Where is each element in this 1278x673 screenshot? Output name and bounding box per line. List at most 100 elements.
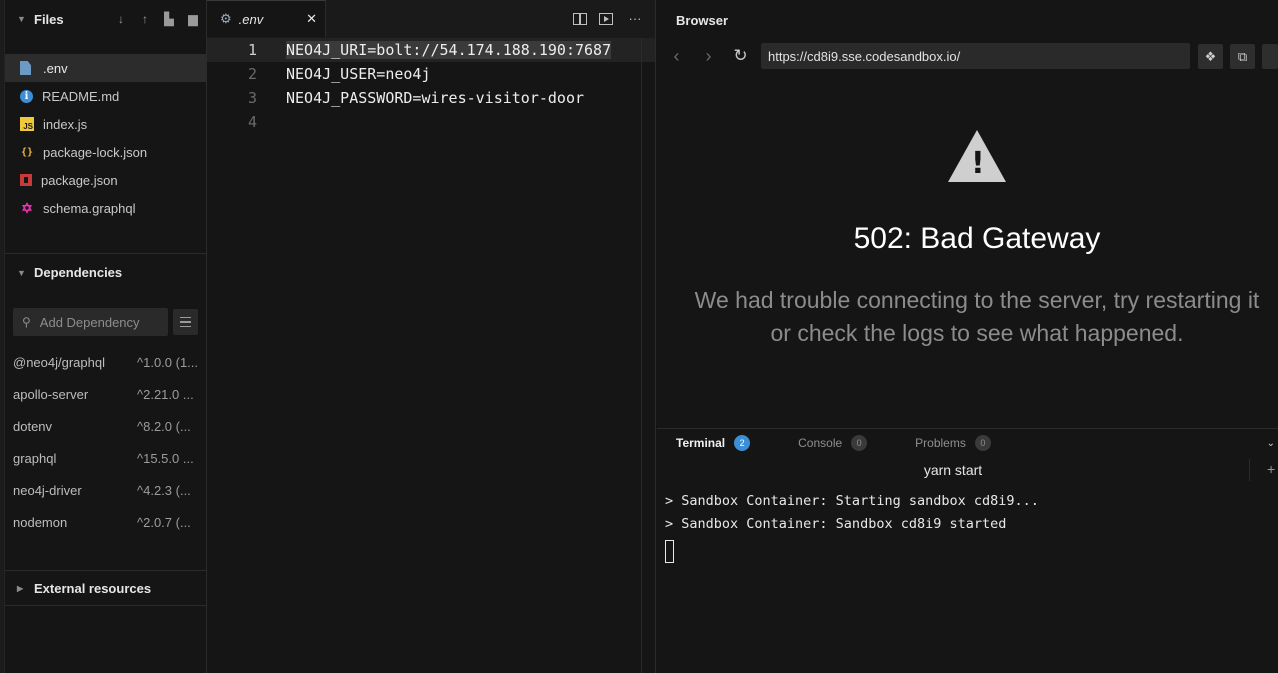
- tab-console[interactable]: Console 0: [798, 435, 868, 451]
- add-dependency-placeholder: Add Dependency: [39, 314, 140, 330]
- info-icon: i: [20, 89, 33, 103]
- editor-toolbar: ···: [573, 0, 655, 37]
- terminal-process-bar: yarn start +: [657, 457, 1278, 485]
- file-name: schema.graphql: [43, 200, 136, 216]
- external-resources-header[interactable]: ▶ External resources: [5, 570, 206, 606]
- npm-icon: [20, 174, 32, 186]
- browser-title: Browser: [676, 12, 729, 28]
- dependency-name: dotenv: [13, 418, 53, 434]
- error-title: 502: Bad Gateway: [853, 222, 1101, 255]
- dependency-menu-button[interactable]: [173, 309, 198, 335]
- terminal-tabs: Terminal 2 Console 0 Problems 0 ⌄: [657, 429, 1278, 457]
- terminal-output[interactable]: > Sandbox Container: Starting sandbox cd…: [657, 485, 1278, 563]
- tab-label: Problems: [915, 436, 966, 450]
- dependency-version[interactable]: ^1.0.0 (1...: [137, 355, 197, 370]
- dependency-name: apollo-server: [13, 386, 89, 402]
- line-number: 4: [247, 113, 257, 131]
- devtools-icon[interactable]: ❖: [1198, 44, 1223, 69]
- line-number: 3: [247, 89, 257, 107]
- forward-icon[interactable]: ›: [693, 46, 724, 67]
- file-tree: .env i README.md JS index.js {} package-…: [5, 54, 206, 222]
- process-tab[interactable]: yarn start: [657, 462, 1249, 478]
- dependency-row[interactable]: @neo4j/graphql ^1.0.0 (1...: [5, 346, 206, 378]
- code-line: 4: [207, 110, 655, 134]
- dependency-version[interactable]: ^8.2.0 (...: [137, 419, 197, 434]
- preview-icon[interactable]: [599, 12, 613, 25]
- terminal-line: > Sandbox Container: Starting sandbox cd…: [665, 493, 1039, 509]
- file-schema-graphql[interactable]: ✡ schema.graphql: [5, 194, 206, 222]
- editor-ruler: [641, 38, 642, 673]
- code-area[interactable]: 1 NEO4J_URI=bolt://54.174.188.190:7687 2…: [207, 38, 655, 134]
- more-options-icon[interactable]: ···: [625, 11, 645, 26]
- dependency-row[interactable]: neo4j-driver ^4.2.3 (...: [5, 474, 206, 506]
- terminal-cursor: [665, 540, 674, 563]
- file-readme[interactable]: i README.md: [5, 82, 206, 110]
- dependencies-title: Dependencies: [34, 265, 123, 280]
- dependency-row[interactable]: graphql ^15.5.0 ...: [5, 442, 206, 474]
- explorer-sidebar: ▼ Files ↓ ↑ ▙ ▆ .env i README.md JS inde…: [5, 0, 207, 673]
- collapse-caret-icon: ▼: [17, 267, 26, 278]
- dependency-list: @neo4j/graphql ^1.0.0 (1... apollo-serve…: [5, 346, 206, 538]
- external-resources-title: External resources: [34, 580, 152, 596]
- file-package-json[interactable]: package.json: [5, 166, 206, 194]
- terminal-line: > Sandbox Container: Sandbox cd8i9 start…: [665, 516, 1007, 532]
- chevron-down-icon[interactable]: ⌄: [1267, 438, 1275, 449]
- split-view-icon[interactable]: [573, 12, 587, 25]
- file-env[interactable]: .env: [5, 54, 206, 82]
- json-file-icon: {}: [20, 146, 34, 158]
- error-message: We had trouble connecting to the server,…: [657, 284, 1278, 350]
- dependency-name: graphql: [13, 450, 57, 466]
- dependency-row[interactable]: nodemon ^2.0.7 (...: [5, 506, 206, 538]
- browser-extra-icon[interactable]: [1262, 44, 1278, 69]
- back-icon[interactable]: ‹: [661, 46, 692, 67]
- dependency-version[interactable]: ^2.0.7 (...: [137, 515, 197, 530]
- file-name: README.md: [42, 88, 120, 104]
- editor-tabbar: ⚙ .env ✕ ···: [207, 0, 655, 38]
- error-message-line: We had trouble connecting to the server,…: [694, 287, 1260, 313]
- terminal-panel: Terminal 2 Console 0 Problems 0 ⌄ yarn s…: [657, 428, 1278, 673]
- dependencies-section-header[interactable]: ▼ Dependencies: [5, 253, 206, 291]
- refresh-icon[interactable]: ↻: [725, 46, 756, 66]
- code-line: 3 NEO4J_PASSWORD=wires-visitor-door: [207, 86, 655, 110]
- file-index-js[interactable]: JS index.js: [5, 110, 206, 138]
- dependency-row[interactable]: dotenv ^8.2.0 (...: [5, 410, 206, 442]
- warning-mark: !: [971, 146, 985, 181]
- new-file-icon[interactable]: ▙: [160, 12, 178, 26]
- dependency-version[interactable]: ^4.2.3 (...: [137, 483, 197, 498]
- line-number: 1: [247, 41, 257, 59]
- file-package-lock[interactable]: {} package-lock.json: [5, 138, 206, 166]
- dependency-version[interactable]: ^2.21.0 ...: [137, 387, 197, 402]
- tab-terminal[interactable]: Terminal 2: [676, 435, 751, 451]
- dependency-version[interactable]: ^15.5.0 ...: [137, 451, 197, 466]
- tab-env[interactable]: ⚙ .env ✕: [207, 0, 326, 37]
- dependency-row[interactable]: apollo-server ^2.21.0 ...: [5, 378, 206, 410]
- files-section-header[interactable]: ▼ Files ↓ ↑ ▙ ▆: [5, 0, 206, 38]
- tab-problems[interactable]: Problems 0: [915, 435, 991, 451]
- line-text: NEO4J_URI=bolt://54.174.188.190:7687: [286, 41, 612, 59]
- graphql-icon: ✡: [21, 199, 33, 216]
- url-input[interactable]: https://cd8i9.sse.codesandbox.io/: [761, 43, 1190, 69]
- add-dependency-input[interactable]: ⚲ Add Dependency: [13, 308, 168, 336]
- code-editor: ⚙ .env ✕ ··· 1 NEO4J_URI=bolt://54.174.1…: [207, 0, 656, 673]
- file-name: package-lock.json: [43, 144, 148, 160]
- count-badge: 2: [734, 435, 751, 451]
- count-badge: 0: [974, 435, 991, 451]
- file-name: package.json: [41, 172, 118, 188]
- add-terminal-icon[interactable]: +: [1267, 461, 1275, 477]
- dependency-name: neo4j-driver: [13, 482, 82, 498]
- file-name: .env: [43, 60, 68, 76]
- code-line: 2 NEO4J_USER=neo4j: [207, 62, 655, 86]
- divider: [1249, 459, 1250, 481]
- upload-icon[interactable]: ↑: [136, 12, 154, 26]
- download-icon[interactable]: ↓: [112, 12, 130, 26]
- new-window-icon[interactable]: ⧉: [1230, 44, 1255, 69]
- line-number: 2: [247, 65, 257, 83]
- new-folder-icon[interactable]: ▆: [184, 12, 202, 26]
- file-name: index.js: [43, 116, 88, 132]
- env-file-icon: [20, 61, 31, 75]
- browser-panel: Browser ‹ › ↻ https://cd8i9.sse.codesand…: [657, 0, 1278, 428]
- close-icon[interactable]: ✕: [306, 11, 317, 27]
- dependency-name: @neo4j/graphql: [13, 354, 105, 370]
- code-line: 1 NEO4J_URI=bolt://54.174.188.190:7687: [207, 38, 655, 62]
- js-file-icon: JS: [20, 117, 34, 131]
